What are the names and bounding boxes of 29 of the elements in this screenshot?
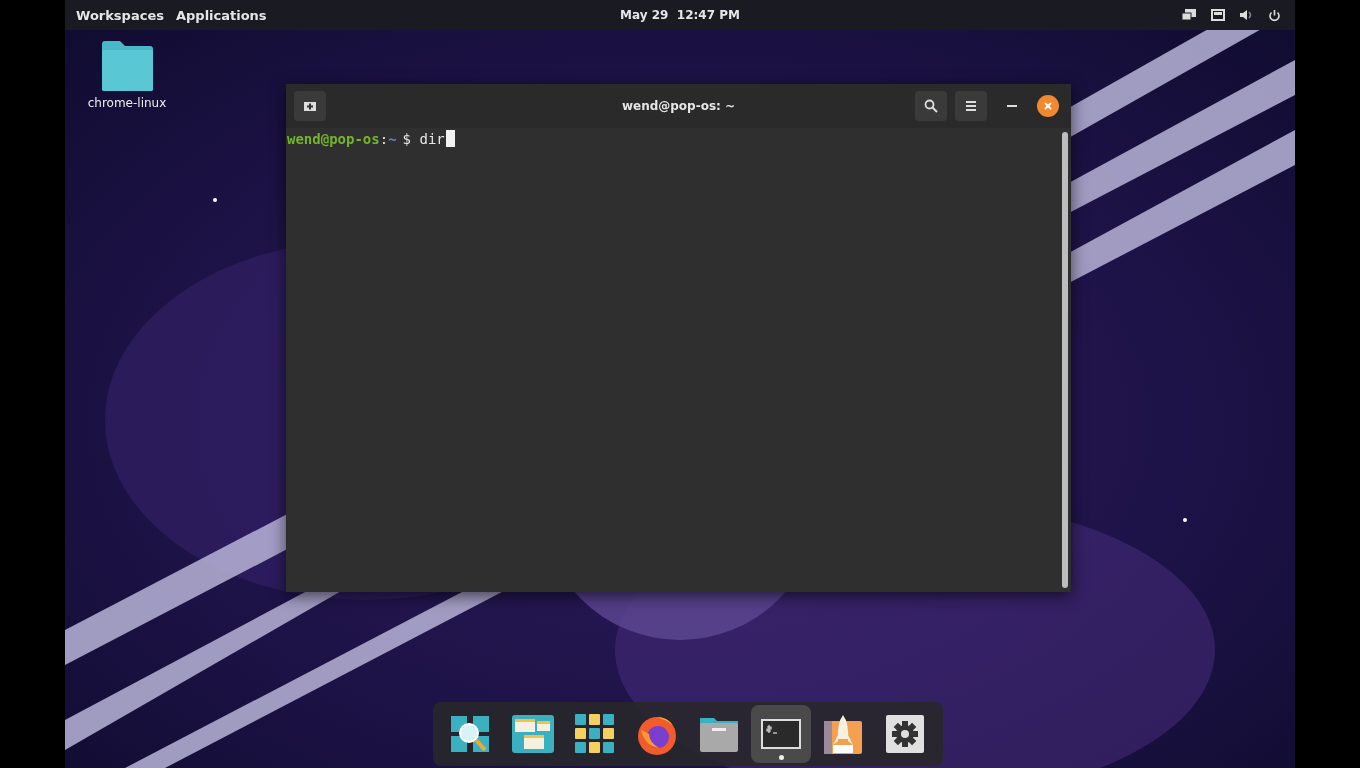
windows-icon xyxy=(512,715,554,753)
folder-label[interactable]: chrome-linux xyxy=(87,96,167,110)
menu-button[interactable] xyxy=(955,91,987,121)
search-button[interactable] xyxy=(915,91,947,121)
close-icon xyxy=(1044,102,1052,110)
window-title: wend@pop-os: ~ xyxy=(621,99,736,113)
gear-icon xyxy=(886,715,924,753)
display-icon[interactable] xyxy=(1181,8,1197,22)
folder-icon xyxy=(699,715,739,753)
top-bar-menu[interactable]: Workspaces xyxy=(71,3,169,27)
terminal-icon xyxy=(761,719,801,749)
folder-icon[interactable] xyxy=(100,40,154,92)
network-icon[interactable] xyxy=(1211,9,1225,21)
terminal-line: wend@pop-os:~ $ dir xyxy=(287,130,455,147)
rocket-icon xyxy=(823,713,863,755)
scrollbar[interactable] xyxy=(1062,132,1068,588)
speaker-icon[interactable] xyxy=(1239,9,1254,21)
dock-item[interactable] xyxy=(751,705,811,763)
menu-icon xyxy=(965,101,977,111)
top-bar-menu[interactable]: Applications xyxy=(170,3,272,27)
clock[interactable]: May 29 12:47 PM xyxy=(620,8,740,22)
magnifier-icon xyxy=(450,713,492,755)
minimize-icon xyxy=(1007,104,1017,108)
close-button[interactable] xyxy=(1037,95,1059,117)
search-icon xyxy=(924,99,938,113)
app-grid-icon xyxy=(575,714,615,754)
new-tab-button[interactable] xyxy=(294,91,326,121)
power-icon[interactable] xyxy=(1268,8,1281,22)
new-tab-icon xyxy=(303,100,317,112)
